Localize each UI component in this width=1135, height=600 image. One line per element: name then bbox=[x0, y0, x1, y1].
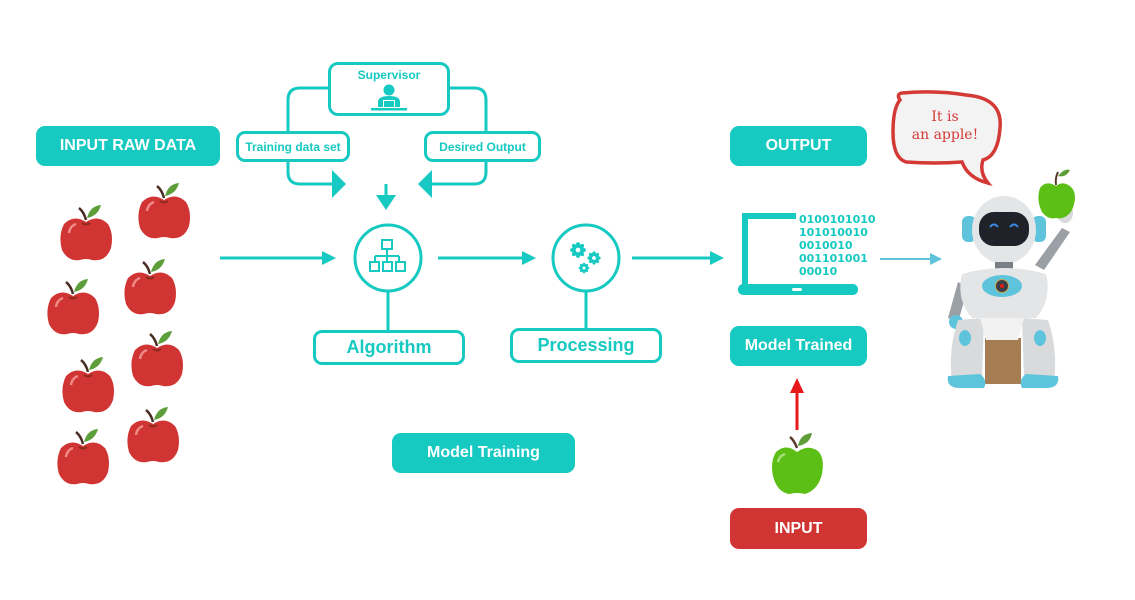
robot-illustration bbox=[947, 169, 1075, 388]
